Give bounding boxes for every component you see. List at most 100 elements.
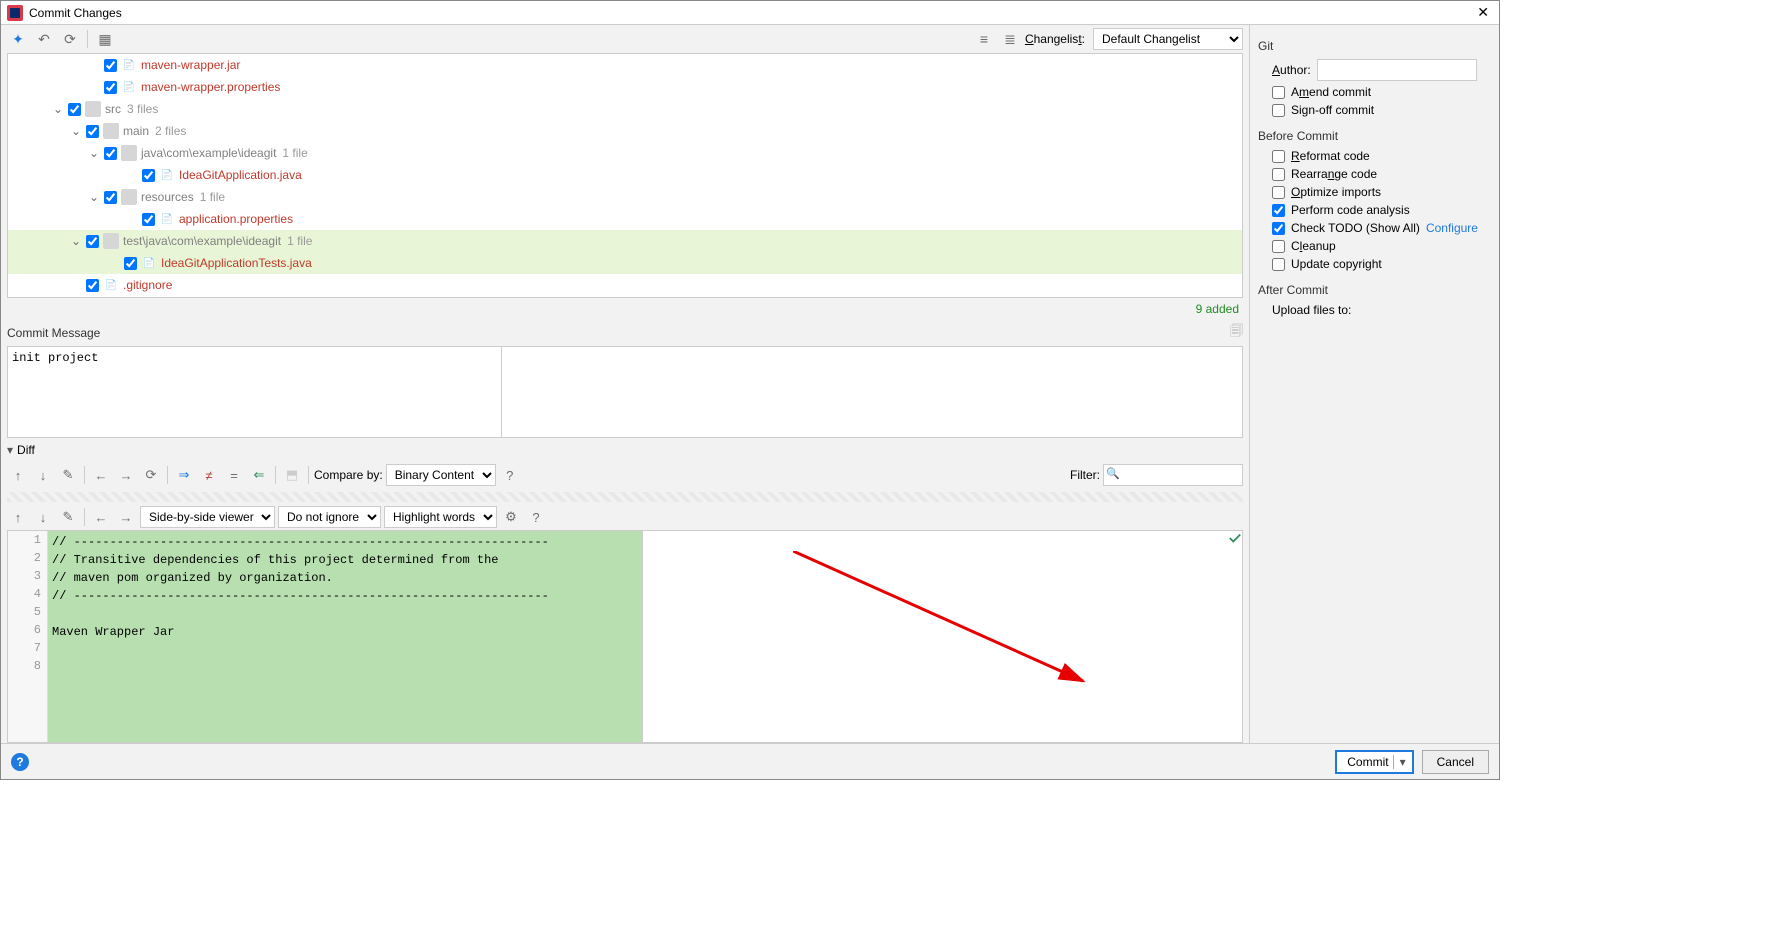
forward2-icon[interactable]: → xyxy=(115,506,137,528)
next-change-icon[interactable]: ↓ xyxy=(32,506,54,528)
prev-diff-icon[interactable]: ↑ xyxy=(7,464,29,486)
back2-icon[interactable]: ← xyxy=(90,506,112,528)
diff-view[interactable]: 12345678 // ----------------------------… xyxy=(7,530,1243,743)
tree-checkbox[interactable] xyxy=(86,279,99,292)
tree-item-suffix: 2 files xyxy=(155,124,186,138)
tree-checkbox[interactable] xyxy=(68,103,81,116)
tree-checkbox[interactable] xyxy=(104,147,117,160)
equal-icon[interactable]: = xyxy=(223,464,245,486)
tree-checkbox[interactable] xyxy=(104,191,117,204)
tree-item-name: main xyxy=(123,124,149,138)
help-button[interactable]: ? xyxy=(11,753,29,771)
file-icon: 📄 xyxy=(159,167,175,183)
refresh-diff-icon[interactable]: ⟳ xyxy=(140,464,162,486)
viewer-mode-combo[interactable]: Side-by-side viewer xyxy=(140,506,275,528)
expand-icon[interactable]: ≡ xyxy=(973,28,995,50)
chevron-icon[interactable]: ⌄ xyxy=(70,234,82,248)
after-commit-title: After Commit xyxy=(1250,279,1499,301)
diff-code-right[interactable] xyxy=(642,531,1242,742)
commit-message-text[interactable]: init project xyxy=(8,347,502,437)
message-history-icon[interactable]: 🗐 xyxy=(1230,322,1243,344)
filter-input[interactable] xyxy=(1103,464,1243,486)
forward-icon[interactable]: → xyxy=(115,464,137,486)
highlight-mode-combo[interactable]: Highlight words xyxy=(384,506,497,528)
accept-right-icon[interactable]: ⇐ xyxy=(248,464,270,486)
chevron-icon[interactable]: ⌄ xyxy=(70,124,82,138)
upload-label: Upload files to: xyxy=(1272,303,1351,317)
diff-code-left[interactable]: // -------------------------------------… xyxy=(48,531,642,742)
analysis-checkbox[interactable] xyxy=(1272,204,1285,217)
filter-label: Filter: xyxy=(1070,468,1100,482)
tree-row[interactable]: 📄IdeaGitApplicationTests.java xyxy=(8,252,1242,274)
compare-by-combo[interactable]: Binary Content xyxy=(386,464,496,486)
tree-row[interactable]: ⌄ resources1 file xyxy=(8,186,1242,208)
tree-checkbox[interactable] xyxy=(86,235,99,248)
rearrange-checkbox[interactable] xyxy=(1272,168,1285,181)
todo-checkbox[interactable] xyxy=(1272,222,1285,235)
tree-checkbox[interactable] xyxy=(104,81,117,94)
accept-left-icon[interactable]: ⇒ xyxy=(173,464,195,486)
compare-by-label: Compare by: xyxy=(314,468,383,482)
tree-row[interactable]: ⌄ src3 files xyxy=(8,98,1242,120)
commit-button[interactable]: Commit▾ xyxy=(1335,750,1413,774)
signoff-checkbox[interactable] xyxy=(1272,104,1285,117)
chevron-icon[interactable]: ⌄ xyxy=(88,146,100,160)
prev-change-icon[interactable]: ↑ xyxy=(7,506,29,528)
copyright-checkbox[interactable] xyxy=(1272,258,1285,271)
tree-checkbox[interactable] xyxy=(86,125,99,138)
reformat-checkbox[interactable] xyxy=(1272,150,1285,163)
edit2-icon[interactable]: ✎ xyxy=(57,506,79,528)
cleanup-checkbox[interactable] xyxy=(1272,240,1285,253)
close-icon[interactable]: ✕ xyxy=(1473,4,1493,21)
commit-dropdown-icon[interactable]: ▾ xyxy=(1393,755,1408,769)
tree-item-name: .gitignore xyxy=(123,278,172,292)
changes-tree[interactable]: 📄maven-wrapper.jar📄maven-wrapper.propert… xyxy=(7,53,1243,298)
tree-checkbox[interactable] xyxy=(142,169,155,182)
tree-row[interactable]: 📄maven-wrapper.jar xyxy=(8,54,1242,76)
optimize-checkbox[interactable] xyxy=(1272,186,1285,199)
line-gutter: 12345678 xyxy=(8,531,48,742)
commit-message-input[interactable]: init project xyxy=(7,346,1243,438)
merge-icon[interactable]: ⬒ xyxy=(281,464,303,486)
refresh-icon[interactable]: ⟳ xyxy=(59,28,81,50)
help-icon[interactable]: ? xyxy=(499,464,521,486)
cleanup-label: Cleanup xyxy=(1291,239,1336,253)
gear-icon[interactable]: ⚙ xyxy=(500,506,522,528)
changelist-combo[interactable]: Default Changelist xyxy=(1093,28,1243,50)
diff-header[interactable]: ▾ Diff xyxy=(7,440,1243,460)
tree-row[interactable]: 📄IdeaGitApplication.java xyxy=(8,164,1242,186)
undo-icon[interactable]: ↶ xyxy=(33,28,55,50)
add-icon[interactable]: ✦ xyxy=(7,28,29,50)
tree-checkbox[interactable] xyxy=(104,59,117,72)
ignore-mode-combo[interactable]: Do not ignore xyxy=(278,506,381,528)
tree-item-name: test\java\com\example\ideagit xyxy=(123,234,281,248)
tree-row[interactable]: ⌄ main 2 files xyxy=(8,120,1242,142)
tree-row[interactable]: ⌄ java\com\example\ideagit1 file xyxy=(8,142,1242,164)
back-icon[interactable]: ← xyxy=(90,464,112,486)
folder-icon xyxy=(121,189,137,205)
tree-item-suffix: 3 files xyxy=(127,102,158,116)
collapse-icon[interactable]: ≣ xyxy=(999,28,1021,50)
tree-checkbox[interactable] xyxy=(142,213,155,226)
author-input[interactable] xyxy=(1317,59,1477,81)
next-diff-icon[interactable]: ↓ xyxy=(32,464,54,486)
chevron-icon[interactable]: ⌄ xyxy=(88,190,100,204)
not-equal-icon[interactable]: ≠ xyxy=(198,464,220,486)
window-title: Commit Changes xyxy=(29,6,122,20)
chevron-icon[interactable]: ⌄ xyxy=(52,102,64,116)
diff-title: Diff xyxy=(17,443,35,457)
amend-checkbox[interactable] xyxy=(1272,86,1285,99)
amend-label: Amend commit xyxy=(1291,85,1371,99)
tree-row[interactable]: ⌄ test\java\com\example\ideagit1 file xyxy=(8,230,1242,252)
divider-stripes xyxy=(7,492,1243,502)
tree-row[interactable]: 📄.gitignore xyxy=(8,274,1242,296)
cancel-button[interactable]: Cancel xyxy=(1422,750,1489,774)
configure-link[interactable]: Configure xyxy=(1426,221,1478,235)
edit-icon[interactable]: ✎ xyxy=(57,464,79,486)
tree-row[interactable]: 📄application.properties xyxy=(8,208,1242,230)
tree-checkbox[interactable] xyxy=(124,257,137,270)
group-icon[interactable]: ▦ xyxy=(94,28,116,50)
help2-icon[interactable]: ? xyxy=(525,506,547,528)
changelist-label: Changelist: xyxy=(1025,32,1085,46)
tree-row[interactable]: 📄maven-wrapper.properties xyxy=(8,76,1242,98)
